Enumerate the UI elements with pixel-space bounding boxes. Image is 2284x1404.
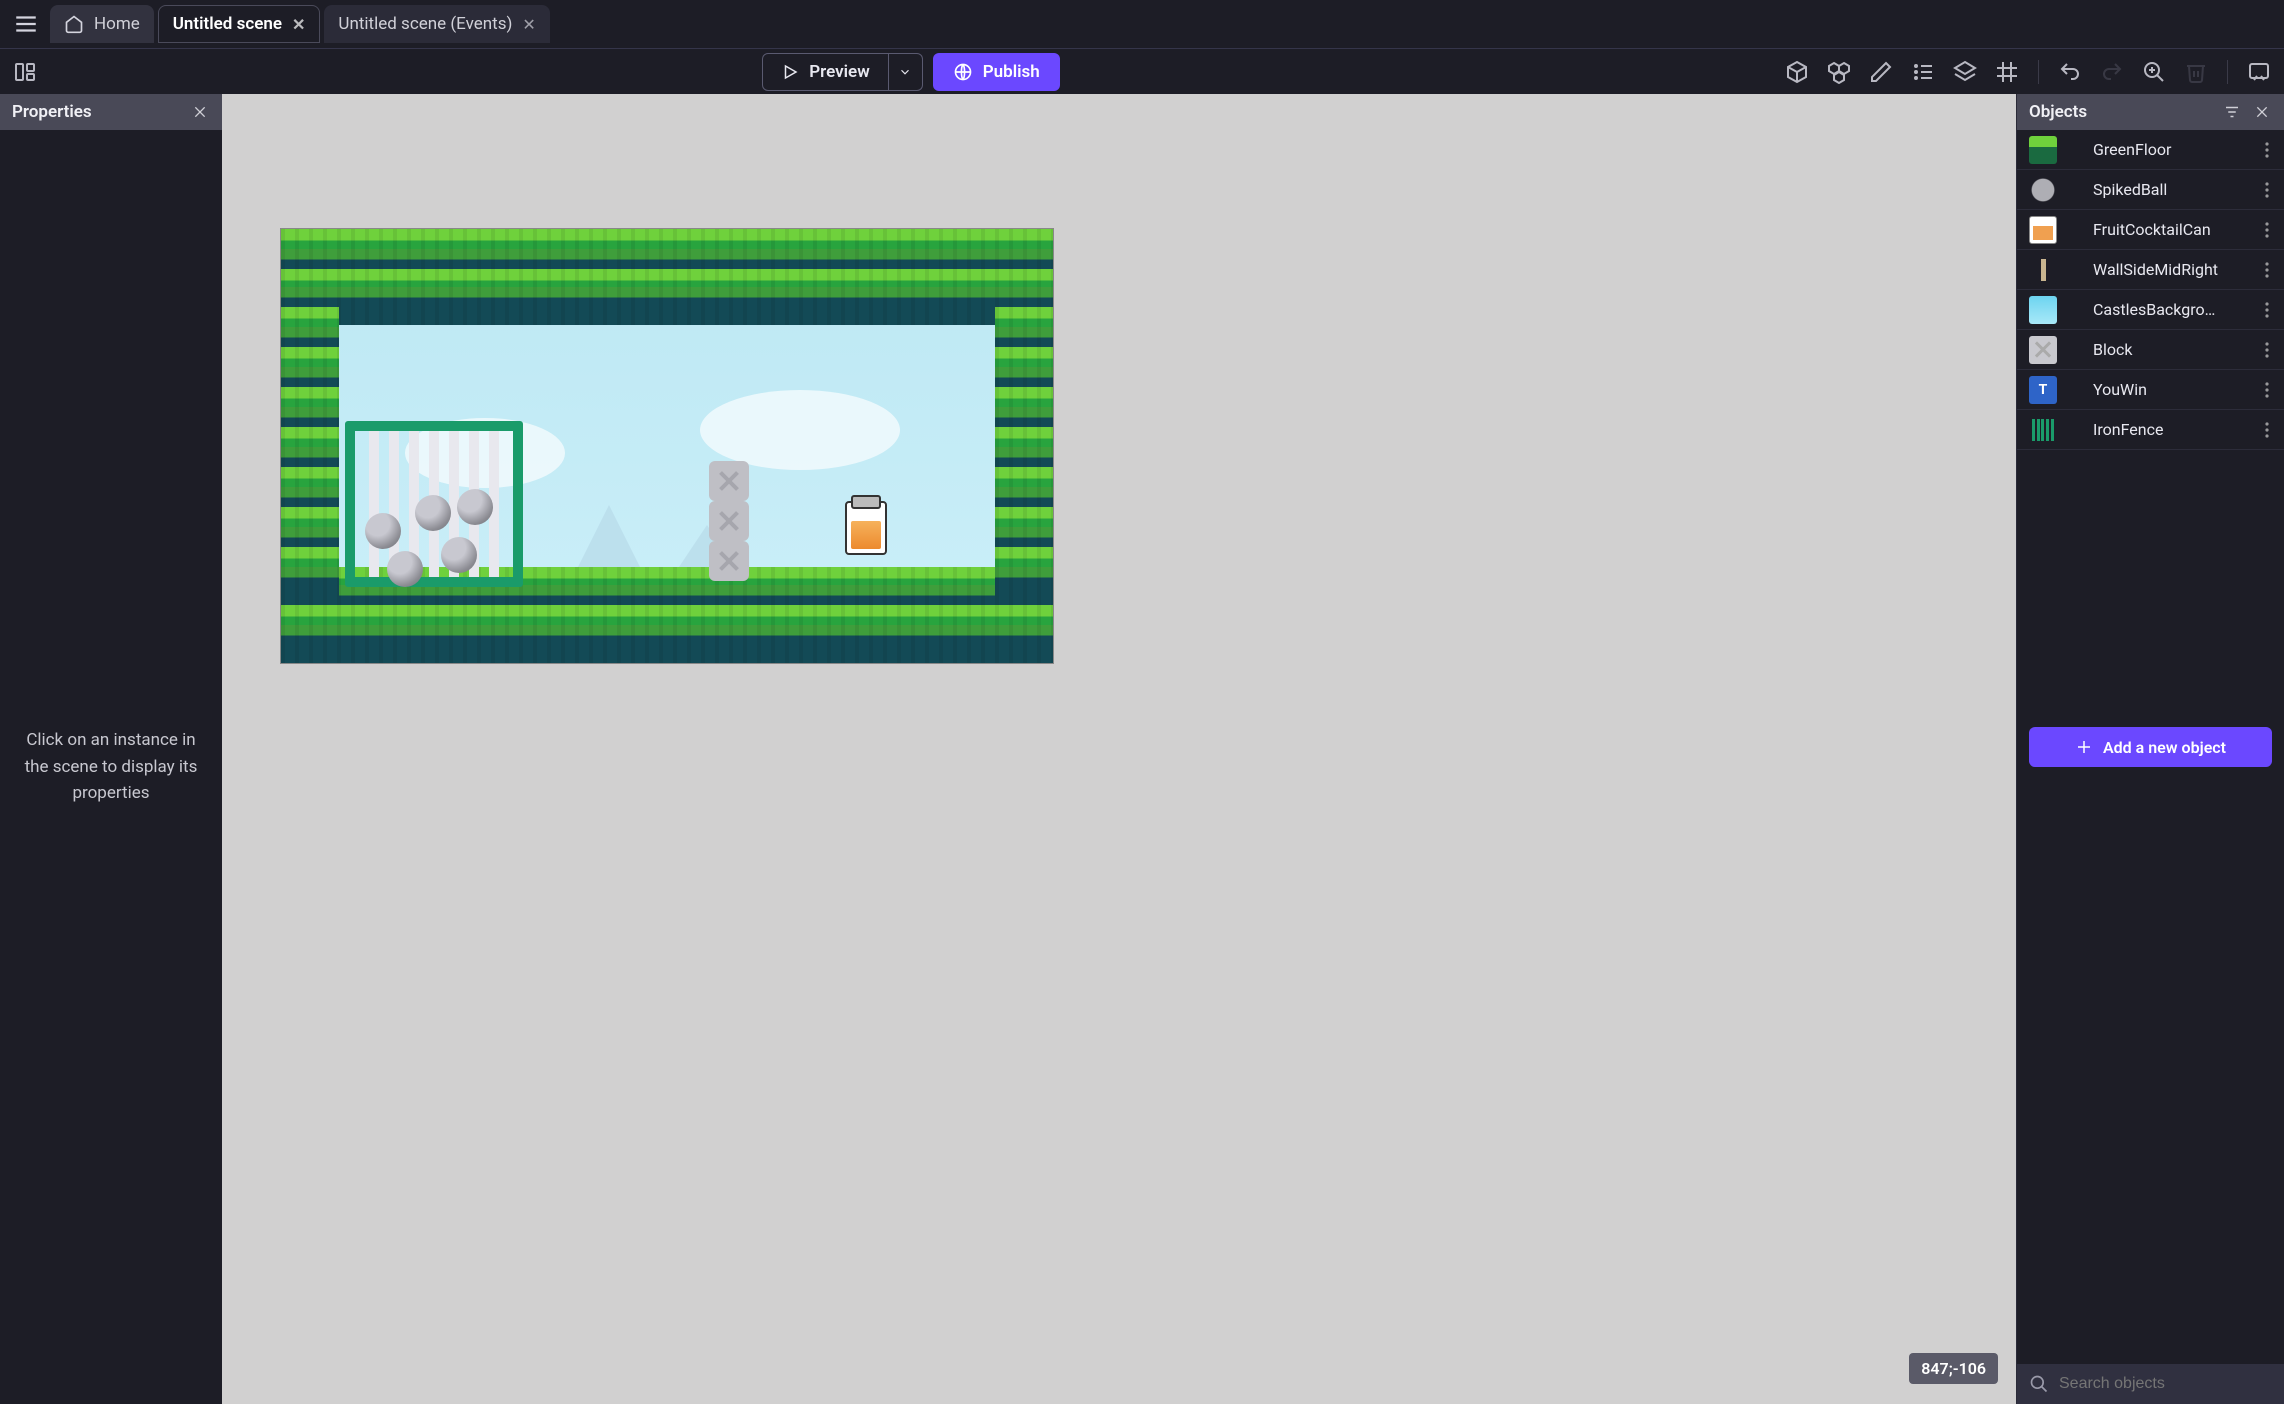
objects-list: GreenFloor SpikedBall FruitCocktailCan Wall… [2017,130,2284,717]
object-row[interactable]: FruitCocktailCan [2017,210,2284,250]
object-name: SpikedBall [2069,180,2246,199]
search-icon [2029,1374,2049,1394]
spiked-ball [435,531,483,579]
zoom-button[interactable] [2139,57,2169,87]
more-icon[interactable] [2258,138,2276,162]
main-menu-button[interactable] [6,4,46,44]
block [709,461,749,501]
preview-dropdown-button[interactable] [889,53,923,91]
close-icon[interactable] [2252,102,2272,122]
add-object-button[interactable]: Add a new object [2029,727,2272,767]
preview-button[interactable]: Preview [762,53,889,91]
more-icon[interactable] [2258,298,2276,322]
tab-events[interactable]: Untitled scene (Events) ✕ [324,5,549,43]
object-thumb: T [2029,376,2057,404]
spiked-ball [381,545,429,593]
trash-button [2181,57,2211,87]
object-name: FruitCocktailCan [2069,220,2246,239]
add-object-label: Add a new object [2103,738,2226,757]
scene-viewport[interactable]: 847;-106 [222,94,2016,1404]
object-row[interactable]: T YouWin [2017,370,2284,410]
close-icon[interactable]: ✕ [522,15,535,34]
green-floor [995,307,1053,585]
objects-search [2017,1364,2284,1404]
object-thumb [2029,256,2057,284]
object-name: GreenFloor [2069,140,2246,159]
tab-home-label: Home [94,14,140,34]
block [709,501,749,541]
edit-icon[interactable] [1866,57,1896,87]
green-floor [281,307,339,585]
scene-canvas[interactable] [280,228,1054,664]
object-name: WallSideMidRight [2069,260,2246,279]
scene-settings-button[interactable] [2244,57,2274,87]
spiked-ball [451,483,499,531]
object-name: Block [2069,340,2246,359]
object-name: YouWin [2069,380,2246,399]
object-name: IronFence [2069,420,2246,439]
more-icon[interactable] [2258,338,2276,362]
green-floor [281,625,1053,663]
object-thumb [2029,416,2057,444]
panels-toggle-button[interactable] [10,57,40,87]
tab-scene[interactable]: Untitled scene ✕ [158,5,321,43]
properties-header: Properties [0,94,222,130]
object-thumb [2029,216,2057,244]
objects-title: Objects [2029,102,2087,122]
objects-header: Objects [2017,94,2284,130]
tab-events-label: Untitled scene (Events) [338,14,512,34]
cursor-coordinates: 847;-106 [1909,1353,1998,1384]
toolbar: Preview Publish [0,48,2284,94]
object-row[interactable]: GreenFloor [2017,130,2284,170]
close-icon[interactable]: ✕ [292,15,305,34]
object-row[interactable]: CastlesBackgro… [2017,290,2284,330]
green-floor [281,287,1053,325]
block-stack [709,461,749,581]
fruit-cocktail-can [845,501,887,555]
list-icon[interactable] [1908,57,1938,87]
more-icon[interactable] [2258,218,2276,242]
properties-panel: Properties Click on an instance in the s… [0,94,222,1404]
spiked-ball [409,489,457,537]
properties-hint: Click on an instance in the scene to dis… [0,130,222,1404]
block [709,541,749,581]
object-thumb [2029,136,2057,164]
more-icon[interactable] [2258,258,2276,282]
object-row[interactable]: SpikedBall [2017,170,2284,210]
filter-icon[interactable] [2222,102,2242,122]
tab-scene-label: Untitled scene [173,14,282,34]
close-icon[interactable] [190,102,210,122]
publish-button[interactable]: Publish [933,53,1060,91]
search-input[interactable] [2059,1375,2272,1393]
preview-label: Preview [809,62,870,82]
cloud [700,390,900,470]
grid-icon[interactable] [1992,57,2022,87]
tab-home[interactable]: Home [50,5,154,43]
object-name: CastlesBackgro… [2069,300,2246,319]
more-icon[interactable] [2258,378,2276,402]
undo-button[interactable] [2055,57,2085,87]
properties-title: Properties [12,102,92,122]
object-row[interactable]: IronFence [2017,410,2284,450]
tab-bar: Home Untitled scene ✕ Untitled scene (Ev… [0,0,2284,48]
object-thumb [2029,176,2057,204]
more-icon[interactable] [2258,178,2276,202]
object-thumb [2029,296,2057,324]
instances-icon[interactable] [1824,57,1854,87]
layers-icon[interactable] [1950,57,1980,87]
object-row[interactable]: WallSideMidRight [2017,250,2284,290]
redo-button [2097,57,2127,87]
object-thumb [2029,336,2057,364]
publish-label: Publish [983,62,1040,82]
objects-panel: Objects GreenFloor SpikedBall FruitCocktai… [2016,94,2284,1404]
main-area: Properties Click on an instance in the s… [0,94,2284,1404]
more-icon[interactable] [2258,418,2276,442]
separator [2227,60,2228,84]
separator [2038,60,2039,84]
object-row[interactable]: Block [2017,330,2284,370]
cube-icon[interactable] [1782,57,1812,87]
